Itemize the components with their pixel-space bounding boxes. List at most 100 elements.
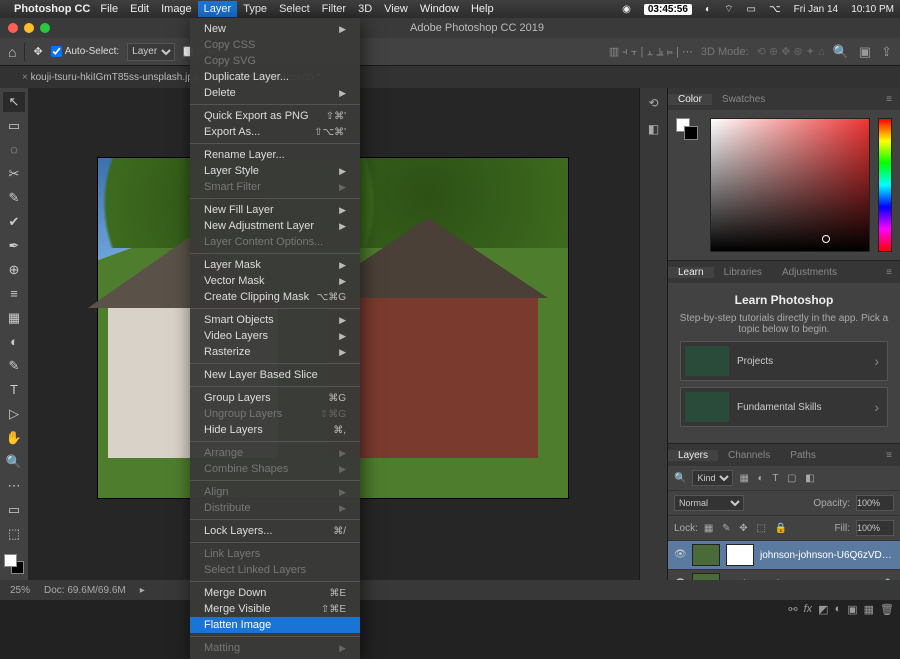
menu-type[interactable]: Type (243, 3, 267, 15)
menu-item-new-adjustment-layer[interactable]: New Adjustment Layer▶ (190, 218, 360, 234)
cloud-icon[interactable]: ◐ (705, 4, 711, 15)
menu-item-hide-layers[interactable]: Hide Layers⌘, (190, 422, 360, 438)
traffic-lights[interactable] (8, 23, 50, 33)
panel-menu-icon[interactable]: ≡ (878, 267, 900, 278)
menu-item-rasterize[interactable]: Rasterize▶ (190, 344, 360, 360)
zoom-icon[interactable] (40, 23, 50, 33)
lock-icons[interactable]: ▦ ✎ ✥ ⬚ 🔒 (704, 523, 790, 534)
layer-filter-kind[interactable]: Kind (692, 470, 733, 486)
tool-13[interactable]: ▷ (3, 404, 25, 424)
share-icon[interactable]: ⇪ (881, 44, 892, 60)
tool-15[interactable]: 🔍 (3, 452, 25, 472)
menu-layer[interactable]: Layer (198, 1, 238, 17)
menu-item-merge-down[interactable]: Merge Down⌘E (190, 585, 360, 601)
opacity-input[interactable] (856, 495, 894, 511)
hue-slider[interactable] (878, 118, 892, 252)
panel-menu-icon[interactable]: ≡ (878, 450, 900, 461)
tool-16[interactable]: ⋯ (3, 476, 25, 496)
link-layers-icon[interactable]: ⚯ (788, 603, 797, 616)
menu-item-create-clipping-mask[interactable]: Create Clipping Mask⌥⌘G (190, 289, 360, 305)
fg-bg-swatch[interactable] (676, 118, 698, 140)
panel-tab-learn[interactable]: Learn (668, 267, 714, 278)
tool-0[interactable]: ↖ (3, 92, 25, 112)
menu-view[interactable]: View (384, 3, 408, 15)
menu-item-rename-layer-[interactable]: Rename Layer... (190, 147, 360, 163)
tool-17[interactable]: ▭ (3, 500, 25, 520)
menu-item-video-layers[interactable]: Video Layers▶ (190, 328, 360, 344)
menu-item-smart-objects[interactable]: Smart Objects▶ (190, 312, 360, 328)
menu-item-new-layer-based-slice[interactable]: New Layer Based Slice (190, 367, 360, 383)
zoom-level[interactable]: 25% (10, 585, 30, 596)
close-icon[interactable] (8, 23, 18, 33)
menu-item-duplicate-layer-[interactable]: Duplicate Layer... (190, 69, 360, 85)
fill-input[interactable] (856, 520, 894, 536)
tool-3[interactable]: ✂ (3, 164, 25, 184)
auto-select-dropdown[interactable]: Layer (127, 43, 175, 61)
menu-help[interactable]: Help (471, 3, 494, 15)
document-tab[interactable]: × kouji-tsuru-hkiIGmT85ss-unsplash.jpg (6, 68, 209, 87)
mask-icon[interactable]: ◩ (818, 603, 828, 616)
new-layer-icon[interactable]: ▦ (864, 603, 874, 616)
menu-item-vector-mask[interactable]: Vector Mask▶ (190, 273, 360, 289)
tool-9[interactable]: ▦ (3, 308, 25, 328)
group-icon[interactable]: ▣ (847, 603, 857, 616)
menu-item-layer-mask[interactable]: Layer Mask▶ (190, 257, 360, 273)
doc-size[interactable]: Doc: 69.6M/69.6M (44, 585, 126, 596)
tool-6[interactable]: ✒ (3, 236, 25, 256)
mask-thumb[interactable] (726, 544, 754, 566)
panel-tab-paths[interactable]: Paths (780, 450, 826, 461)
learn-row[interactable]: Projects› (680, 341, 888, 381)
menu-item-flatten-image[interactable]: Flatten Image (190, 617, 360, 633)
fg-bg-colors[interactable] (4, 554, 24, 574)
menu-edit[interactable]: Edit (130, 3, 149, 15)
menu-item-new[interactable]: New▶ (190, 21, 360, 37)
menu-file[interactable]: File (100, 3, 118, 15)
tool-14[interactable]: ✋ (3, 428, 25, 448)
menu-item-lock-layers-[interactable]: Lock Layers...⌘/ (190, 523, 360, 539)
menu-window[interactable]: Window (420, 3, 459, 15)
panel-tab-color[interactable]: Color (668, 94, 712, 105)
visibility-icon[interactable]: 👁 (674, 549, 686, 561)
menu-select[interactable]: Select (279, 3, 310, 15)
menu-image[interactable]: Image (161, 3, 192, 15)
fx-icon[interactable]: fx (804, 603, 813, 616)
menu-item-group-layers[interactable]: Group Layers⌘G (190, 390, 360, 406)
layer-thumb[interactable] (692, 544, 720, 566)
panel-tab-adjustments[interactable]: Adjustments (772, 267, 847, 278)
tool-11[interactable]: ✎ (3, 356, 25, 376)
menu-filter[interactable]: Filter (322, 3, 346, 15)
move-tool-icon[interactable]: ✥ (33, 45, 42, 58)
menu-item-delete[interactable]: Delete▶ (190, 85, 360, 101)
menu-item-quick-export-as-png[interactable]: Quick Export as PNG⇧⌘' (190, 108, 360, 124)
history-icon[interactable]: ⟲ (648, 96, 658, 110)
menu-item-new-fill-layer[interactable]: New Fill Layer▶ (190, 202, 360, 218)
align-icons[interactable]: ▥ ⫞ ⫟ | ⫠ ⫡ ⫢ | ⋯ (609, 45, 693, 59)
menu-item-export-as-[interactable]: Export As...⇧⌥⌘' (190, 124, 360, 140)
tool-4[interactable]: ✎ (3, 188, 25, 208)
record-icon[interactable]: ◉ (622, 4, 631, 15)
tool-12[interactable]: T (3, 380, 25, 400)
tool-18[interactable]: ⬚ (3, 524, 25, 544)
panel-tab-channels[interactable]: Channels (718, 450, 780, 461)
layer-name[interactable]: johnson-johnson-U6Q6zVDgmSs-unsplash (760, 550, 894, 561)
tool-1[interactable]: ▭ (3, 116, 25, 136)
tool-10[interactable]: ◐ (3, 332, 25, 352)
trash-icon[interactable]: 🗑 (880, 603, 894, 616)
panel-tab-libraries[interactable]: Libraries (714, 267, 772, 278)
battery-icon[interactable]: ▭ (747, 4, 756, 15)
learn-row[interactable]: Fundamental Skills› (680, 387, 888, 427)
menu-item-merge-visible[interactable]: Merge Visible⇧⌘E (190, 601, 360, 617)
doc-size-arrow[interactable]: ▸ (140, 585, 145, 596)
layer-row[interactable]: 👁 johnson-johnson-U6Q6zVDgmSs-unsplash (668, 541, 900, 570)
tool-2[interactable]: ◌ (3, 140, 25, 160)
auto-select-checkbox[interactable]: Auto-Select: (51, 46, 119, 57)
tool-8[interactable]: ≡ (3, 284, 25, 304)
blend-mode-dropdown[interactable]: Normal (674, 495, 744, 511)
color-field[interactable] (710, 118, 870, 252)
properties-icon[interactable]: ◧ (648, 122, 659, 136)
tool-5[interactable]: ✔ (3, 212, 25, 232)
timer[interactable]: 03:45:56 (644, 4, 692, 15)
panel-tab-swatches[interactable]: Swatches (712, 94, 775, 105)
adjustment-icon[interactable]: ◐ (835, 603, 842, 616)
tool-7[interactable]: ⊕ (3, 260, 25, 280)
